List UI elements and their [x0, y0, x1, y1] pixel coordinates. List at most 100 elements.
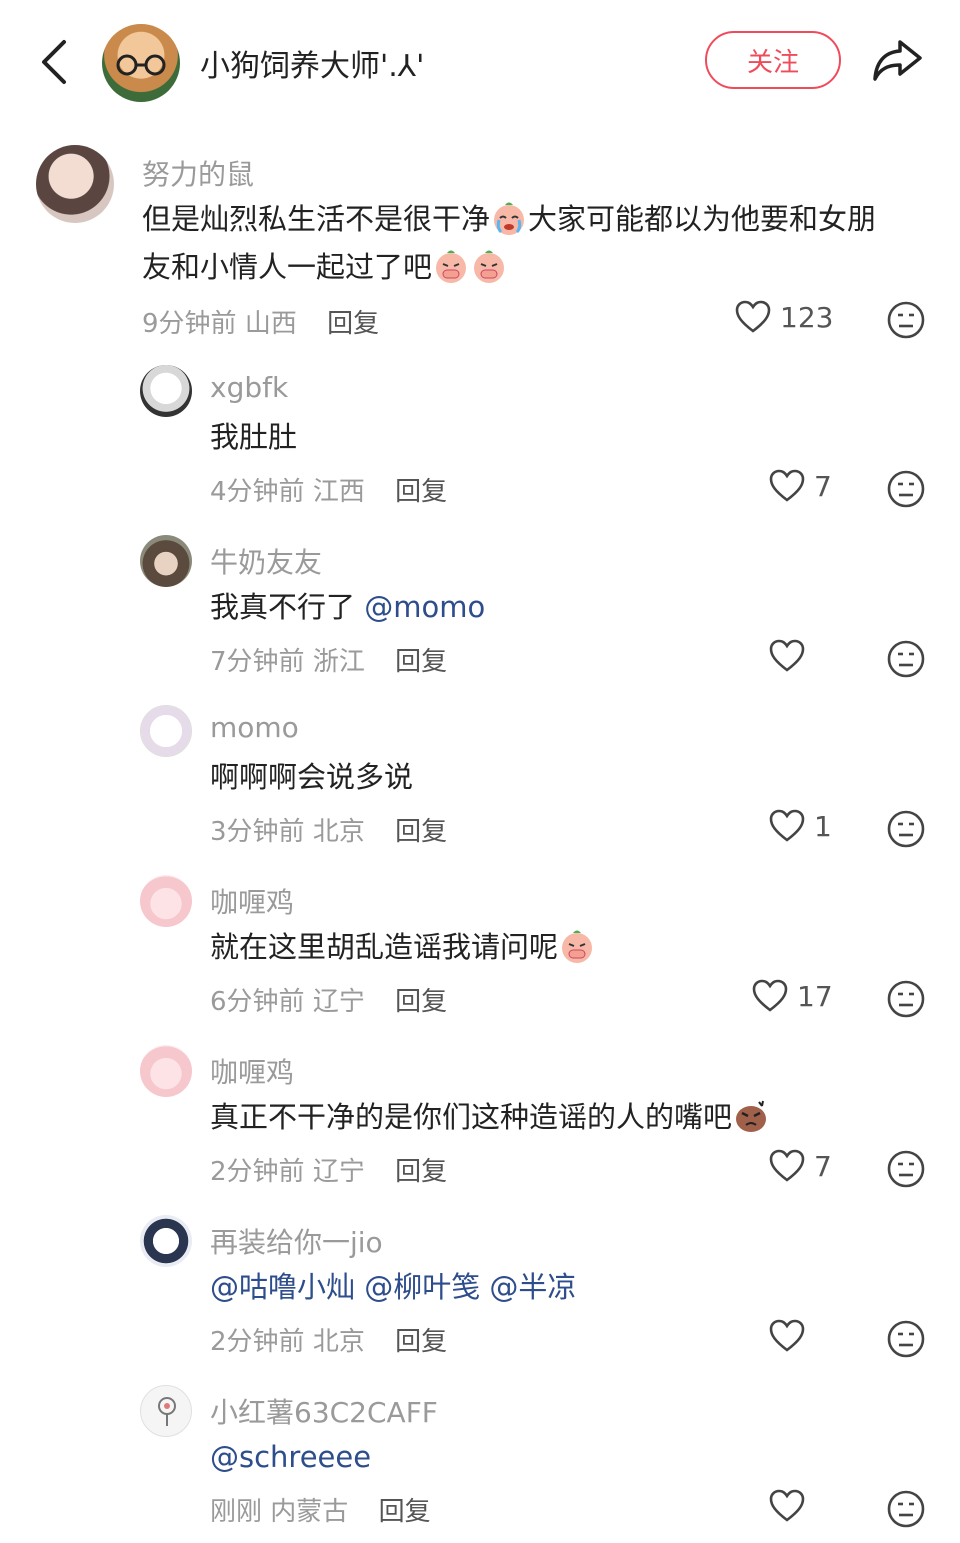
heart-icon	[769, 639, 805, 672]
comment-location: 江西	[312, 477, 365, 507]
comment-text-part: 大家可能都以为他要和女朋	[528, 202, 877, 236]
comment-text[interactable]: 友和小情人一起过了吧	[142, 243, 508, 291]
like-button[interactable]: 1	[768, 809, 832, 843]
reply-button[interactable]: 回复	[327, 309, 379, 339]
comment-location: 辽宁	[312, 1157, 365, 1187]
comment-location: 内蒙古	[270, 1497, 349, 1527]
comment-text-part: 但是灿烈私生活不是很干净	[142, 202, 491, 236]
comment-username[interactable]: 咖喱鸡	[210, 1051, 294, 1091]
like-count: 17	[797, 979, 833, 1013]
dislike-face-icon[interactable]	[886, 1319, 926, 1359]
like-button[interactable]	[768, 1489, 814, 1523]
like-button[interactable]	[768, 639, 814, 673]
comment-time: 4分钟前	[210, 477, 305, 507]
dislike-face-icon[interactable]	[886, 1489, 926, 1529]
heart-icon	[769, 1489, 805, 1522]
reply-button[interactable]: 回复	[395, 987, 447, 1017]
like-button[interactable]: 123	[734, 300, 833, 334]
reply-button[interactable]: 回复	[395, 477, 447, 507]
comment-meta: 6分钟前 辽宁 回复	[210, 981, 447, 1018]
comment-text-part: 就在这里胡乱造谣我请问呢	[210, 930, 559, 964]
mention-link[interactable]: @momo	[364, 590, 485, 624]
heart-icon	[752, 979, 788, 1012]
reply-button[interactable]: 回复	[395, 1327, 447, 1357]
avatar[interactable]	[140, 1045, 192, 1097]
follow-button[interactable]: 关注	[705, 31, 841, 89]
comment-location: 山西	[244, 309, 297, 339]
comment-location: 北京	[312, 817, 365, 847]
top-bar: 小狗饲养大师'.⅄' 关注	[0, 0, 960, 125]
comment-meta: 刚刚 内蒙古 回复	[210, 1491, 431, 1528]
like-button[interactable]: 17	[751, 979, 833, 1013]
comment-time: 2分钟前	[210, 1327, 305, 1357]
comment-location: 辽宁	[312, 987, 365, 1017]
comment-time: 刚刚	[210, 1497, 263, 1527]
comment-time: 9分钟前	[142, 309, 237, 339]
comment-text-part: 友和小情人一起过了吧	[142, 250, 433, 284]
like-button[interactable]: 7	[768, 1149, 832, 1183]
like-count: 7	[814, 1149, 832, 1183]
covering-mouth-peach-emoji-icon	[471, 248, 507, 284]
comment-time: 6分钟前	[210, 987, 305, 1017]
comment-meta: 2分钟前 辽宁 回复	[210, 1151, 447, 1188]
comment-text[interactable]: 我肚肚	[210, 413, 297, 461]
avatar[interactable]	[36, 145, 114, 223]
dislike-face-icon[interactable]	[886, 300, 926, 340]
author-name[interactable]: 小狗饲养大师'.⅄'	[200, 41, 424, 85]
share-arrow-icon[interactable]	[870, 36, 924, 84]
dislike-face-icon[interactable]	[886, 1149, 926, 1189]
comment-username[interactable]: 牛奶友友	[210, 541, 322, 581]
comment-text[interactable]: 真正不干净的是你们这种造谣的人的嘴吧	[210, 1093, 770, 1141]
avatar[interactable]	[140, 365, 192, 417]
comment-username[interactable]: 努力的鼠	[142, 153, 254, 193]
comment-username[interactable]: 咖喱鸡	[210, 881, 294, 921]
crying-peach-emoji-icon	[491, 200, 527, 236]
comment-text[interactable]: 啊啊啊会说多说	[210, 753, 413, 801]
comment-meta: 3分钟前 北京 回复	[210, 811, 447, 848]
covering-mouth-peach-emoji-icon	[433, 248, 469, 284]
comment-meta: 2分钟前 北京 回复	[210, 1321, 447, 1358]
heart-icon	[735, 300, 771, 333]
comment-meta: 9分钟前 山西 回复	[142, 303, 379, 340]
like-button[interactable]: 7	[768, 469, 832, 503]
comment-time: 7分钟前	[210, 647, 305, 677]
comment-text[interactable]: 但是灿烈私生活不是很干净 大家可能都以为他要和女朋	[142, 195, 876, 243]
reply-button[interactable]: 回复	[379, 1497, 431, 1527]
comment-text[interactable]: 就在这里胡乱造谣我请问呢	[210, 923, 596, 971]
dislike-face-icon[interactable]	[886, 979, 926, 1019]
heart-icon	[769, 1319, 805, 1352]
dislike-face-icon[interactable]	[886, 469, 926, 509]
comment-username[interactable]: 小红薯63C2CAFF	[210, 1391, 438, 1431]
avatar[interactable]	[140, 535, 192, 587]
comment-time: 2分钟前	[210, 1157, 305, 1187]
avatar[interactable]	[140, 705, 192, 757]
mention-links[interactable]: @咕噜小灿 @柳叶笺 @半凉	[210, 1263, 576, 1311]
angry-potato-emoji-icon	[733, 1098, 769, 1134]
glasses-graphic	[116, 54, 166, 76]
reply-button[interactable]: 回复	[395, 817, 447, 847]
avatar[interactable]	[140, 1385, 192, 1437]
avatar[interactable]	[140, 1215, 192, 1267]
author-avatar[interactable]	[102, 24, 180, 102]
comment-location: 北京	[312, 1327, 365, 1357]
comment-text-part: 真正不干净的是你们这种造谣的人的嘴吧	[210, 1100, 733, 1134]
like-button[interactable]	[768, 1319, 814, 1353]
reply-button[interactable]: 回复	[395, 1157, 447, 1187]
mention-links[interactable]: @schreeee	[210, 1433, 371, 1481]
comment-meta: 7分钟前 浙江 回复	[210, 641, 447, 678]
dislike-face-icon[interactable]	[886, 809, 926, 849]
lollipop-icon	[158, 1397, 176, 1426]
avatar[interactable]	[140, 875, 192, 927]
comment-text-part: 我真不行了	[210, 590, 365, 624]
dislike-face-icon[interactable]	[886, 639, 926, 679]
reply-button[interactable]: 回复	[395, 647, 447, 677]
like-count: 7	[814, 469, 832, 503]
comment-username[interactable]: 再装给你一jio	[210, 1221, 383, 1261]
comment-username[interactable]: momo	[210, 711, 299, 744]
comment-username[interactable]: xgbfk	[210, 371, 288, 404]
chevron-left-icon[interactable]	[36, 36, 76, 88]
like-count: 123	[780, 300, 834, 334]
comment-time: 3分钟前	[210, 817, 305, 847]
comment-text[interactable]: 我真不行了 @momo	[210, 583, 485, 631]
like-count: 1	[814, 809, 832, 843]
